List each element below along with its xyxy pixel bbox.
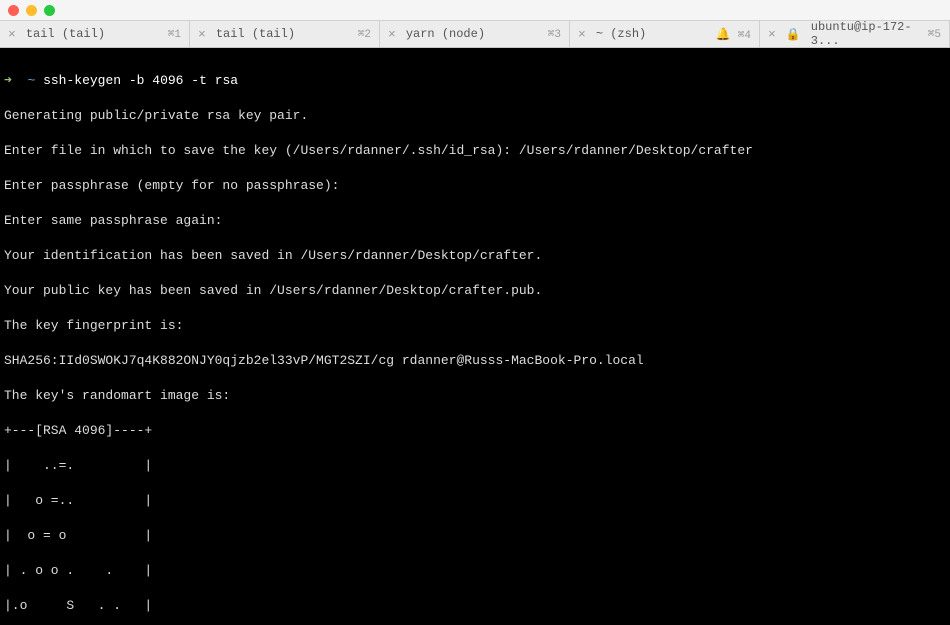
close-icon[interactable]: ×: [198, 28, 206, 41]
terminal-tab-1[interactable]: × tail (tail) ⌘1: [0, 21, 190, 47]
terminal-tab-2[interactable]: × tail (tail) ⌘2: [190, 21, 380, 47]
close-icon[interactable]: ×: [578, 28, 586, 41]
terminal-output: The key fingerprint is:: [4, 317, 946, 335]
randomart-line: | o =.. |: [4, 492, 946, 510]
window-titlebar: [0, 0, 950, 20]
terminal-output: Enter same passphrase again:: [4, 212, 946, 230]
close-icon[interactable]: ×: [8, 28, 16, 41]
terminal-output: Enter file in which to save the key (/Us…: [4, 142, 946, 160]
tab-bar: × tail (tail) ⌘1 × tail (tail) ⌘2 × yarn…: [0, 20, 950, 48]
terminal-output: Your public key has been saved in /Users…: [4, 282, 946, 300]
randomart-line: | o = o |: [4, 527, 946, 545]
close-icon[interactable]: ×: [388, 28, 396, 41]
command-text: ssh-keygen -b 4096 -t rsa: [43, 73, 238, 88]
terminal-output: Enter passphrase (empty for no passphras…: [4, 177, 946, 195]
terminal-output: SHA256:IId0SWOKJ7q4K882ONJY0qjzb2el33vP/…: [4, 352, 946, 370]
tab-shortcut: ⌘3: [548, 27, 561, 41]
tab-title: ~ (zsh): [596, 27, 646, 41]
terminal-tab-5[interactable]: × 🔒 ubuntu@ip-172-3... ⌘5: [760, 21, 950, 47]
prompt-cwd: ~: [27, 73, 35, 88]
terminal-tab-3[interactable]: × yarn (node) ⌘3: [380, 21, 570, 47]
randomart-line: | . o o . . |: [4, 562, 946, 580]
tab-title: yarn (node): [406, 27, 485, 41]
randomart-line: +---[RSA 4096]----+: [4, 422, 946, 440]
zoom-window-button[interactable]: [44, 5, 55, 16]
tab-title: tail (tail): [26, 27, 105, 41]
close-icon[interactable]: ×: [768, 28, 776, 41]
terminal-output: The key's randomart image is:: [4, 387, 946, 405]
prompt-arrow: ➜: [4, 73, 12, 88]
bell-icon: 🔔: [716, 28, 731, 42]
minimize-window-button[interactable]: [26, 5, 37, 16]
randomart-line: | ..=. |: [4, 457, 946, 475]
terminal-output: Generating public/private rsa key pair.: [4, 107, 946, 125]
tab-shortcut: ⌘4: [738, 30, 751, 42]
tab-title: tail (tail): [216, 27, 295, 41]
terminal-tab-4[interactable]: × ~ (zsh) 🔔 ⌘4: [570, 21, 760, 47]
terminal-output: Your identification has been saved in /U…: [4, 247, 946, 265]
tab-shortcut: ⌘2: [358, 27, 371, 41]
tab-shortcut: ⌘5: [928, 27, 941, 41]
randomart-line: |.o S . . |: [4, 597, 946, 615]
terminal-viewport[interactable]: ➜ ~ ssh-keygen -b 4096 -t rsa Generating…: [0, 48, 950, 625]
lock-icon: 🔒: [786, 27, 801, 42]
tab-title: ubuntu@ip-172-3...: [811, 20, 922, 48]
tab-shortcut: ⌘1: [168, 27, 181, 41]
close-window-button[interactable]: [8, 5, 19, 16]
